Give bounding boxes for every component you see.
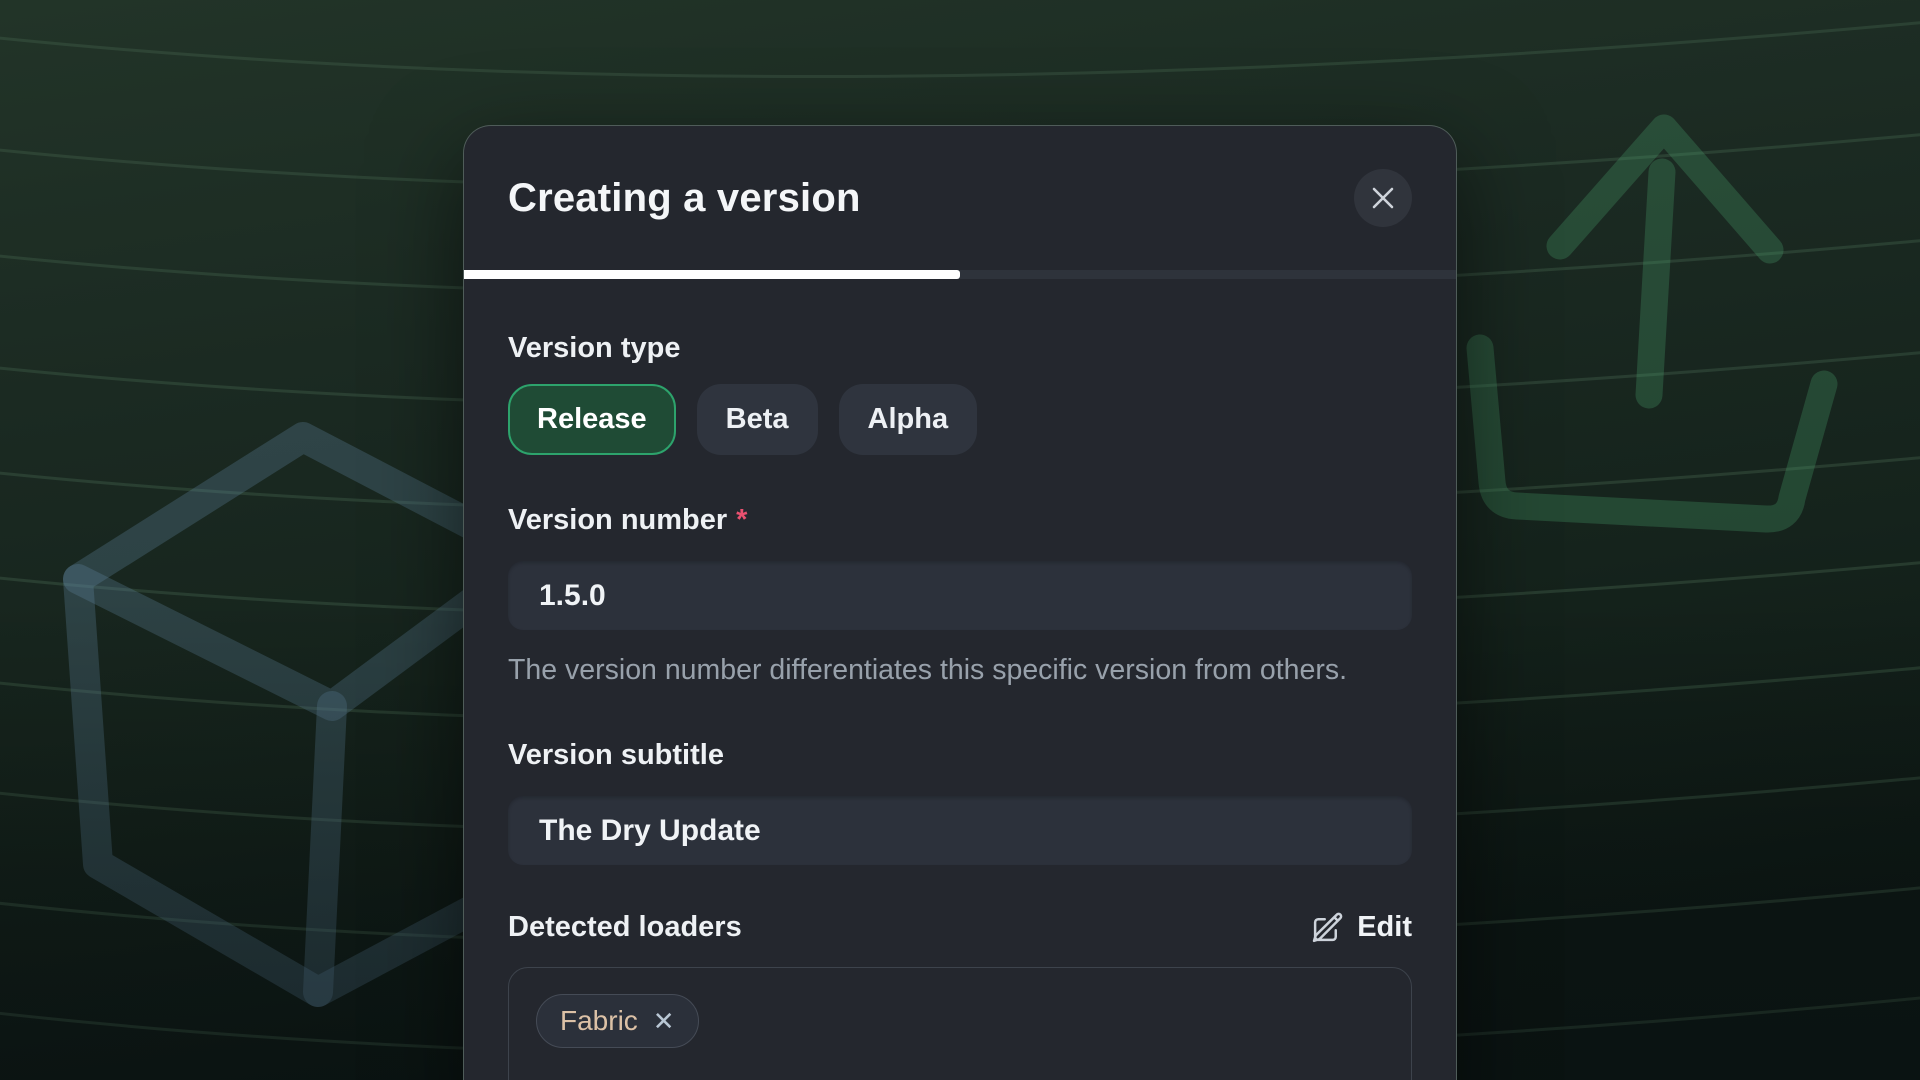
modal-body: Version type Release Beta Alpha Version … [464, 331, 1456, 1080]
progress-bar [464, 270, 1456, 279]
close-icon [1369, 184, 1397, 212]
close-button[interactable] [1354, 169, 1412, 227]
version-type-label: Version type [508, 331, 1412, 366]
edit-pencil-icon [1311, 911, 1344, 944]
version-subtitle-input[interactable] [508, 796, 1412, 865]
detected-loaders-label: Detected loaders [508, 910, 742, 945]
progress-fill [464, 270, 960, 279]
version-number-help: The version number differentiates this s… [508, 648, 1412, 692]
screen: Creating a version Version type Release … [0, 0, 1920, 1080]
detected-loaders-box: Fabric ✕ [508, 967, 1412, 1080]
edit-label: Edit [1357, 911, 1412, 944]
modal-title: Creating a version [508, 176, 861, 221]
loader-chip-label: Fabric [560, 1005, 638, 1037]
version-number-input[interactable] [508, 561, 1412, 630]
chip-remove-icon[interactable]: ✕ [653, 1008, 675, 1034]
version-number-label: Version number* [508, 503, 1412, 538]
version-type-beta-button[interactable]: Beta [697, 384, 818, 455]
version-type-alpha-button[interactable]: Alpha [839, 384, 978, 455]
version-type-release-button[interactable]: Release [508, 384, 676, 455]
version-type-options: Release Beta Alpha [508, 384, 1412, 455]
detected-loaders-row: Detected loaders Edit [508, 910, 1412, 945]
create-version-modal: Creating a version Version type Release … [463, 125, 1457, 1080]
modal-header: Creating a version [464, 126, 1456, 270]
edit-loaders-button[interactable]: Edit [1311, 911, 1412, 944]
loader-chip-fabric[interactable]: Fabric ✕ [536, 994, 699, 1048]
version-subtitle-label: Version subtitle [508, 738, 1412, 773]
required-asterisk: * [736, 504, 747, 536]
